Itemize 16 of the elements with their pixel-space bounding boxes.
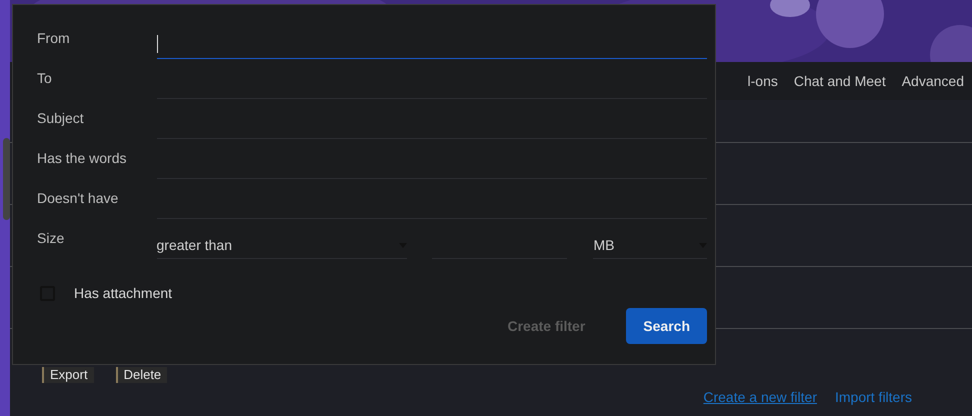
settings-tab[interactable]: l-ons (748, 70, 778, 92)
scrollbar-thumb[interactable] (3, 138, 10, 220)
field-label: Subject (37, 109, 85, 128)
comparison-dropdown[interactable]: greater than (156, 229, 408, 259)
unit-dropdown[interactable]: MB (593, 229, 707, 259)
settings-tab[interactable]: Chat and Meet (794, 70, 886, 92)
field-label: Has the words (37, 149, 128, 168)
checkbox-label: Has attachment (74, 284, 172, 303)
action-button[interactable]: Delete (116, 367, 168, 383)
settings-tab[interactable]: Advanced (902, 70, 964, 92)
action-button[interactable]: Export (42, 367, 94, 383)
field-label: Size (37, 229, 66, 248)
field-label: From (37, 29, 71, 48)
field-label: To (37, 69, 53, 88)
search-button[interactable]: Search (626, 308, 707, 344)
field-label: Doesn't have (37, 189, 120, 208)
